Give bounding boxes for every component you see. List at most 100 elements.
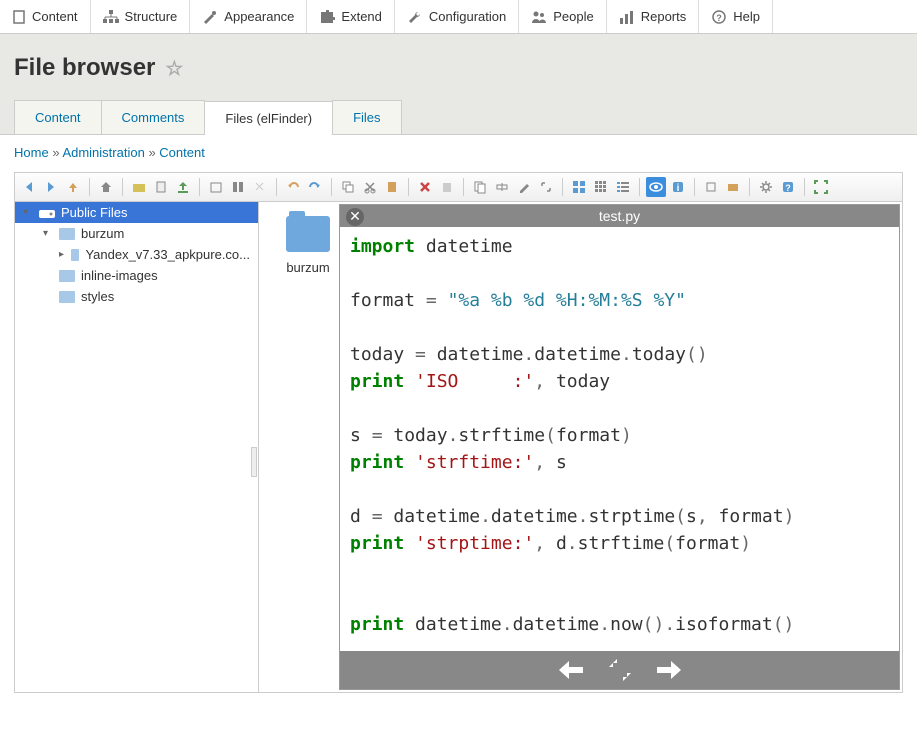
code-str: 'strptime:' (415, 533, 534, 554)
code-op: . (578, 506, 589, 527)
elfinder: i ? ▾ Public Files ▾ burzum ▸ Yandex (14, 172, 903, 693)
code-id: s (556, 452, 567, 473)
cut-icon[interactable] (360, 177, 380, 197)
code-op: . (448, 425, 459, 446)
preview-icon[interactable] (646, 177, 666, 197)
up-icon[interactable] (63, 177, 83, 197)
folder-icon (59, 291, 75, 303)
delete-icon[interactable] (415, 177, 435, 197)
code-id: format (350, 290, 415, 311)
menu-extend-label: Extend (341, 9, 381, 24)
tab-content[interactable]: Content (14, 100, 102, 134)
rename-icon[interactable] (492, 177, 512, 197)
code-id: today (556, 371, 610, 392)
help-btn-icon[interactable]: ? (778, 177, 798, 197)
forward-icon[interactable] (41, 177, 61, 197)
info-icon[interactable]: i (668, 177, 688, 197)
prev-icon[interactable] (557, 659, 585, 681)
menu-configuration[interactable]: Configuration (395, 0, 519, 33)
star-icon[interactable]: ☆ (165, 56, 183, 81)
resize-icon[interactable] (536, 177, 556, 197)
nav-styles-label: styles (81, 289, 114, 304)
chart-icon (619, 10, 635, 24)
nav-item-inline-images[interactable]: inline-images (15, 265, 258, 286)
download-icon[interactable] (228, 177, 248, 197)
list-view-icon[interactable] (613, 177, 633, 197)
newfolder-icon[interactable] (129, 177, 149, 197)
menu-extend[interactable]: Extend (307, 0, 394, 33)
menu-help[interactable]: ?Help (699, 0, 773, 33)
paste-icon[interactable] (382, 177, 402, 197)
breadcrumb-administration[interactable]: Administration (62, 145, 144, 160)
expand-icon[interactable]: ▸ (59, 249, 65, 260)
code-op: , (534, 533, 545, 554)
code-id: strftime (458, 425, 545, 446)
code-id: today (632, 344, 686, 365)
breadcrumb-sep: » (148, 145, 159, 160)
next-icon[interactable] (655, 659, 683, 681)
redo-icon[interactable] (305, 177, 325, 197)
archive-icon[interactable] (723, 177, 743, 197)
tab-files-elfinder[interactable]: Files (elFinder) (204, 101, 333, 135)
breadcrumb-content[interactable]: Content (159, 145, 205, 160)
menu-content[interactable]: Content (0, 0, 91, 33)
getfile-icon[interactable] (250, 177, 270, 197)
viewer-titlebar: ✕ test.py (340, 205, 899, 227)
breadcrumb-home[interactable]: Home (14, 145, 49, 160)
nav-item-burzum[interactable]: ▾ burzum (15, 223, 258, 244)
home-icon[interactable] (96, 177, 116, 197)
code-id: format (719, 506, 784, 527)
menu-reports[interactable]: Reports (607, 0, 700, 33)
collapse-icon[interactable]: ▾ (43, 228, 53, 239)
tab-files[interactable]: Files (332, 100, 401, 134)
code-op: ) (784, 506, 795, 527)
folder-label: burzum (286, 260, 329, 275)
menu-appearance[interactable]: Appearance (190, 0, 307, 33)
resize-handle[interactable] (251, 447, 257, 477)
folder-icon (286, 216, 330, 252)
nav-item-styles[interactable]: styles (15, 286, 258, 307)
upload-icon[interactable] (173, 177, 193, 197)
code-op: ) (621, 425, 632, 446)
tab-comments[interactable]: Comments (101, 100, 206, 134)
svg-text:?: ? (785, 183, 791, 193)
code-op: = (372, 425, 383, 446)
extract-icon[interactable] (701, 177, 721, 197)
code-kw: print (350, 614, 404, 635)
folder-item-burzum[interactable]: burzum (273, 216, 343, 275)
fullscreen-icon[interactable] (811, 177, 831, 197)
code-op: ( (545, 425, 556, 446)
code-id: now (610, 614, 643, 635)
code-op: , (534, 371, 545, 392)
back-icon[interactable] (19, 177, 39, 197)
tabs: Content Comments Files (elFinder) Files (14, 100, 903, 134)
code-op: . (621, 344, 632, 365)
viewer-title: test.py (599, 208, 640, 224)
copy-icon[interactable] (338, 177, 358, 197)
menu-reports-label: Reports (641, 9, 687, 24)
close-icon[interactable]: ✕ (346, 208, 364, 226)
nav-root[interactable]: ▾ Public Files (15, 202, 258, 223)
undo-icon[interactable] (283, 177, 303, 197)
menu-structure[interactable]: Structure (91, 0, 191, 33)
icons-view-icon[interactable] (569, 177, 589, 197)
nav-item-yandex[interactable]: ▸ Yandex_v7.33_apkpure.co... (15, 244, 258, 265)
settings-icon[interactable] (756, 177, 776, 197)
code-op: = (372, 506, 383, 527)
duplicate-icon[interactable] (470, 177, 490, 197)
menu-people[interactable]: People (519, 0, 606, 33)
code-str: 'strftime:' (415, 452, 534, 473)
menu-configuration-label: Configuration (429, 9, 506, 24)
open-icon[interactable] (206, 177, 226, 197)
code-kw: print (350, 533, 404, 554)
code-str: "%a %b %d %H:%M:%S %Y" (448, 290, 686, 311)
empty-icon[interactable] (437, 177, 457, 197)
page-header: File browser ☆ Content Comments Files (e… (0, 34, 917, 135)
small-icons-icon[interactable] (591, 177, 611, 197)
code-op: () (686, 344, 708, 365)
fullscreen-toggle-icon[interactable] (607, 657, 633, 683)
code-id: isoformat (675, 614, 773, 635)
svg-text:?: ? (717, 13, 723, 23)
edit-icon[interactable] (514, 177, 534, 197)
newfile-icon[interactable] (151, 177, 171, 197)
